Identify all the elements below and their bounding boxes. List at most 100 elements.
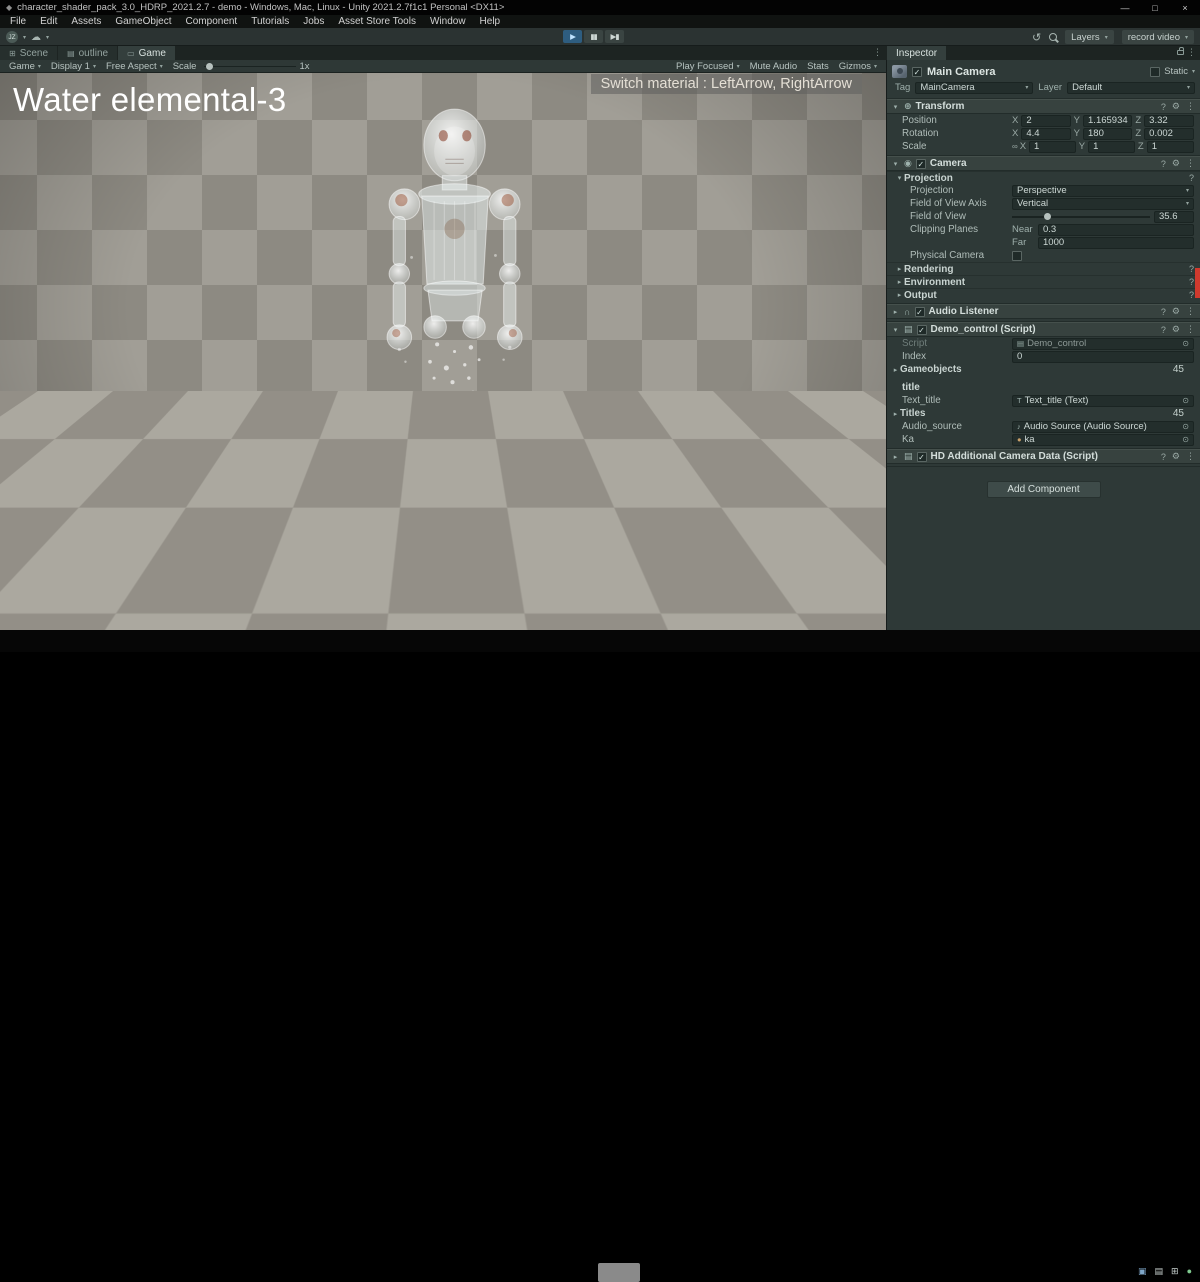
fov-value-field[interactable]: 35.6 (1154, 210, 1194, 223)
fov-slider[interactable] (1012, 211, 1150, 223)
kebab-menu-icon[interactable]: ⋮ (1186, 324, 1195, 335)
layers-dropdown[interactable]: Layers ▾ (1065, 30, 1114, 44)
position-y-field[interactable]: 1.165934 (1083, 114, 1133, 127)
account-avatar[interactable]: JZ (6, 31, 18, 43)
audio-listener-header[interactable]: ▸ ∩ ✓ Audio Listener ? ⚙ ⋮ (887, 304, 1200, 319)
menu-edit[interactable]: Edit (33, 15, 64, 28)
hd-camera-data-header[interactable]: ▸ ▤ ✓ HD Additional Camera Data (Script)… (887, 449, 1200, 464)
mute-audio-toggle[interactable]: Mute Audio (745, 61, 803, 72)
help-icon[interactable]: ? (1189, 290, 1194, 300)
rotation-x-field[interactable]: 4.4 (1021, 127, 1071, 140)
layer-dropdown[interactable]: Default ▾ (1067, 81, 1195, 94)
script-object-field[interactable]: ▤ Demo_control ⊙ (1012, 337, 1194, 350)
tray-icon-1[interactable]: ▣ (1138, 1266, 1147, 1276)
tag-dropdown[interactable]: MainCamera ▾ (915, 81, 1034, 94)
taskbar-button[interactable] (598, 1263, 640, 1282)
environment-section-foldout[interactable]: ▸ Environment ? (887, 275, 1200, 288)
menu-asset-store-tools[interactable]: Asset Store Tools (331, 15, 423, 28)
next-character-arrow[interactable]: › (866, 590, 876, 620)
tray-icon-4[interactable]: ● (1187, 1266, 1192, 1276)
menu-assets[interactable]: Assets (64, 15, 108, 28)
tray-icon-3[interactable]: ⊞ (1171, 1266, 1179, 1276)
layout-dropdown[interactable]: record video ▾ (1121, 30, 1194, 44)
menu-help[interactable]: Help (473, 15, 508, 28)
rotation-y-field[interactable]: 180 (1083, 127, 1133, 140)
preset-icon[interactable]: ⚙ (1172, 306, 1180, 317)
foldout-arrow-icon[interactable]: ▸ (891, 453, 900, 461)
add-component-button[interactable]: Add Component (986, 481, 1101, 498)
minimize-button[interactable]: — (1110, 0, 1140, 15)
foldout-arrow-icon[interactable]: ▸ (891, 308, 900, 316)
help-icon[interactable]: ? (1189, 173, 1194, 183)
kebab-menu-icon[interactable]: ⋮ (1186, 158, 1195, 169)
scale-y-field[interactable]: 1 (1088, 140, 1135, 153)
help-icon[interactable]: ? (1161, 102, 1166, 112)
tray-icon-2[interactable]: ▤ (1155, 1266, 1164, 1276)
undo-history-icon[interactable]: ↺ (1032, 31, 1041, 44)
constrain-proportions-icon[interactable]: ∞ (1012, 142, 1018, 151)
object-picker-icon[interactable]: ⊙ (1182, 396, 1189, 405)
help-icon[interactable]: ? (1189, 264, 1194, 274)
menu-jobs[interactable]: Jobs (296, 15, 331, 28)
foldout-arrow-icon[interactable]: ▸ (891, 366, 900, 374)
help-icon[interactable]: ? (1161, 452, 1166, 462)
foldout-arrow-icon[interactable]: ▸ (891, 410, 900, 418)
scale-slider[interactable] (204, 60, 297, 73)
rendering-section-foldout[interactable]: ▸ Rendering ? (887, 262, 1200, 275)
game-display-mode-dropdown[interactable]: Game ▾ (4, 61, 46, 72)
previous-character-arrow[interactable]: ‹ (844, 590, 854, 620)
tab-scene[interactable]: ⊞ Scene (0, 46, 58, 60)
cloud-services-icon[interactable]: ☁ (31, 32, 41, 43)
object-picker-icon[interactable]: ⊙ (1182, 435, 1189, 444)
near-field[interactable]: 0.3 (1038, 223, 1194, 236)
text-title-object-field[interactable]: T Text_title (Text) ⊙ (1012, 394, 1194, 407)
pause-button[interactable]: ▮▮ (584, 30, 603, 43)
gameobject-enabled-checkbox[interactable]: ✓ (912, 66, 922, 77)
tab-inspector[interactable]: Inspector (887, 46, 947, 60)
inspector-menu-icon[interactable]: ⋮ (1187, 47, 1196, 58)
audio-source-object-field[interactable]: ♪ Audio Source (Audio Source) ⊙ (1012, 420, 1194, 433)
help-icon[interactable]: ? (1161, 325, 1166, 335)
step-button[interactable]: ▶▮ (605, 30, 624, 43)
static-caret-icon[interactable]: ▾ (1192, 68, 1195, 75)
object-picker-icon[interactable]: ⊙ (1182, 339, 1189, 348)
transform-header[interactable]: ▾ ⊕ Transform ? ⚙ ⋮ (887, 99, 1200, 114)
help-icon[interactable]: ? (1161, 159, 1166, 169)
physical-camera-checkbox[interactable] (1012, 250, 1022, 261)
foldout-arrow-icon[interactable]: ▾ (895, 174, 904, 182)
menu-window[interactable]: Window (423, 15, 473, 28)
inspector-lock-icon[interactable] (1177, 47, 1184, 55)
display-target-dropdown[interactable]: Display 1 ▾ (46, 61, 101, 72)
fov-slider-handle[interactable] (1043, 213, 1051, 220)
static-checkbox[interactable] (1150, 66, 1161, 77)
menu-file[interactable]: File (3, 15, 33, 28)
kebab-menu-icon[interactable]: ⋮ (1186, 306, 1195, 317)
foldout-arrow-icon[interactable]: ▾ (891, 103, 900, 111)
preset-icon[interactable]: ⚙ (1172, 158, 1180, 169)
demo-control-header[interactable]: ▾ ▤ ✓ Demo_control (Script) ? ⚙ ⋮ (887, 322, 1200, 337)
menu-gameobject[interactable]: GameObject (108, 15, 178, 28)
game-panel-menu-icon[interactable]: ⋮ (873, 47, 882, 58)
foldout-arrow-icon[interactable]: ▾ (891, 326, 900, 334)
camera-header[interactable]: ▾ ◉ ✓ Camera ? ⚙ ⋮ (887, 156, 1200, 171)
hd-camera-data-enabled-checkbox[interactable]: ✓ (916, 451, 927, 462)
foldout-arrow-icon[interactable]: ▸ (895, 278, 904, 286)
projection-dropdown[interactable]: Perspective ▾ (1012, 184, 1194, 197)
fov-axis-dropdown[interactable]: Vertical ▾ (1012, 197, 1194, 210)
rotation-z-field[interactable]: 0.002 (1144, 127, 1195, 140)
audio-listener-enabled-checkbox[interactable]: ✓ (914, 306, 925, 317)
scale-slider-handle[interactable] (206, 62, 214, 70)
stats-toggle[interactable]: Stats (802, 61, 834, 72)
position-x-field[interactable]: 2 (1021, 114, 1071, 127)
search-icon[interactable] (1049, 33, 1058, 41)
help-icon[interactable]: ? (1161, 307, 1166, 317)
play-focused-dropdown[interactable]: Play Focused ▾ (671, 61, 745, 72)
help-icon[interactable]: ? (1189, 277, 1194, 287)
far-field[interactable]: 1000 (1038, 236, 1194, 249)
kebab-menu-icon[interactable]: ⋮ (1186, 101, 1195, 112)
output-section-foldout[interactable]: ▸ Output ? (887, 288, 1200, 301)
play-button[interactable]: ▶ (563, 30, 582, 43)
preset-icon[interactable]: ⚙ (1172, 451, 1180, 462)
foldout-arrow-icon[interactable]: ▸ (895, 291, 904, 299)
projection-section-foldout[interactable]: ▾ Projection ? (887, 171, 1200, 184)
